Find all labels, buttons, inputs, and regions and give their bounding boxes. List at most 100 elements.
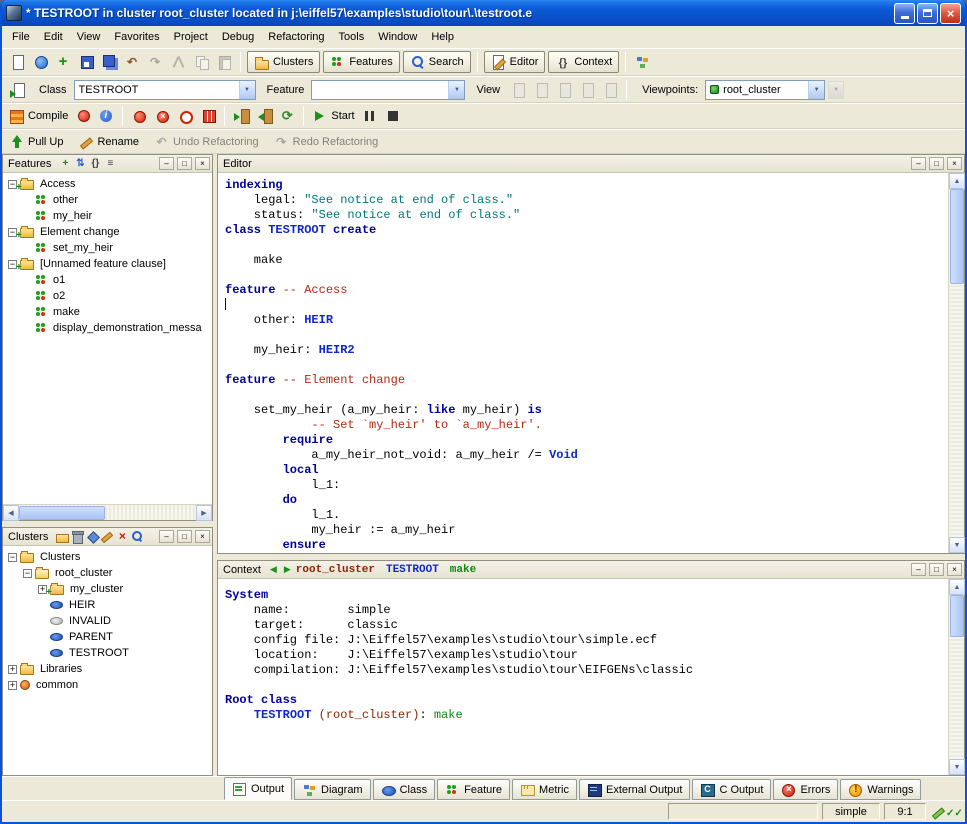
disable-breakpoints-button[interactable] [151,105,173,127]
new-feature-icon[interactable]: + [58,157,72,170]
step-out-button[interactable] [253,105,275,127]
tree-item[interactable]: + my_cluster [5,581,212,597]
breadcrumb[interactable]: TESTROOT [386,564,439,576]
scroll-down-icon[interactable]: ▼ [949,537,965,553]
menu-item[interactable]: Window [371,28,424,46]
tree-expander[interactable] [23,324,32,333]
class-combobox[interactable]: TESTROOT ▼ [74,80,256,100]
tree-expander[interactable] [38,617,47,626]
save-button[interactable] [75,51,97,73]
breadcrumb[interactable]: root_cluster [296,564,375,576]
tree-item[interactable]: + common [5,677,212,693]
paste-button[interactable] [213,51,235,73]
copy-button[interactable] [190,51,212,73]
history-forward-button[interactable]: ▶ [282,564,293,575]
history-back-button[interactable]: ◀ [268,564,279,575]
panel-maximize-button[interactable]: □ [177,157,192,170]
tree-item[interactable]: − Element change [5,224,212,240]
scroll-up-icon[interactable]: ▲ [949,579,965,595]
panel-close-button[interactable]: × [947,157,962,170]
signatures-icon[interactable]: {} [88,157,102,170]
chevron-down-icon[interactable]: ▼ [448,81,464,99]
view-interface-button[interactable] [599,79,621,101]
tab-c-output[interactable]: C Output [692,779,771,800]
new-class-button[interactable] [52,51,74,73]
step-into-button[interactable] [230,105,252,127]
class-tool-icon[interactable] [85,530,99,543]
scroll-down-icon[interactable]: ▼ [949,759,965,775]
debug-info-button[interactable] [95,105,117,127]
maximize-button[interactable] [917,3,938,24]
menu-item[interactable]: Project [167,28,215,46]
undo-button[interactable] [121,51,143,73]
tree-item[interactable]: display_demonstration_messa [5,320,212,336]
pause-button[interactable] [359,105,381,127]
pull-up-button[interactable]: Pull Up [6,131,66,153]
viewpoints-extra-dropdown[interactable]: ▼ [828,81,844,99]
tab-external-output[interactable]: External Output [579,779,690,800]
features-toggle-button[interactable]: Features [323,51,399,73]
chevron-down-icon[interactable]: ▼ [808,81,824,99]
diagram-button[interactable] [631,51,653,73]
panel-minimize-button[interactable]: – [911,157,926,170]
menu-item[interactable]: Tools [332,28,372,46]
tree-item[interactable]: set_my_heir [5,240,212,256]
tree-expander[interactable] [23,276,32,285]
edit-item-icon[interactable] [100,530,114,543]
rename-button[interactable]: Rename [75,131,142,153]
scroll-up-icon[interactable]: ▲ [949,173,965,189]
tree-item[interactable]: o2 [5,288,212,304]
titlebar[interactable]: * TESTROOT in cluster root_cluster locat… [2,0,965,26]
scrollbar-thumb[interactable] [950,595,964,637]
panel-maximize-button[interactable]: □ [929,563,944,576]
tree-item[interactable]: INVALID [5,613,212,629]
compile-button[interactable]: Compile [6,105,71,127]
breakpoints-window-button[interactable] [197,105,219,127]
restart-button[interactable] [276,105,298,127]
context-output-area[interactable]: System name: simple target: classic conf… [218,579,948,775]
remove-breakpoints-button[interactable] [174,105,196,127]
panel-minimize-button[interactable]: – [159,157,174,170]
tab-metric[interactable]: Metric [512,779,577,800]
panel-close-button[interactable]: × [947,563,962,576]
menu-item[interactable]: Edit [37,28,70,46]
open-file-button[interactable] [29,51,51,73]
editor-toggle-button[interactable]: Editor [484,51,546,73]
tab-feature[interactable]: Feature [437,779,510,800]
minimize-button[interactable] [894,3,915,24]
panel-close-button[interactable]: × [195,157,210,170]
redo-refactoring-button[interactable]: Redo Refactoring [271,131,382,153]
tree-expander[interactable] [23,292,32,301]
panel-maximize-button[interactable]: □ [177,530,192,543]
stop-button[interactable] [382,105,404,127]
delete-red-icon[interactable] [115,530,129,543]
undo-refactoring-button[interactable]: Undo Refactoring [151,131,262,153]
tree-item[interactable]: + Libraries [5,661,212,677]
panel-minimize-button[interactable]: – [911,563,926,576]
tab-warnings[interactable]: Warnings [840,779,921,800]
panel-close-button[interactable]: × [195,530,210,543]
menu-item[interactable]: Refactoring [261,28,331,46]
menu-item[interactable]: Favorites [107,28,166,46]
panel-minimize-button[interactable]: – [159,530,174,543]
tree-item[interactable]: − Clusters [5,549,212,565]
enable-breakpoints-button[interactable] [128,105,150,127]
scroll-right-icon[interactable]: ▶ [196,505,212,521]
scrollbar-thumb[interactable] [950,189,964,284]
clusters-toggle-button[interactable]: Clusters [247,51,320,73]
sync-ok-icon[interactable] [946,805,961,819]
scroll-left-icon[interactable]: ◀ [3,505,19,521]
menu-item[interactable]: Debug [215,28,261,46]
tab-output[interactable]: Output [224,777,292,800]
menu-item[interactable]: View [70,28,108,46]
tree-item[interactable]: other [5,192,212,208]
sort-features-icon[interactable]: ⇅ [73,157,87,170]
view-text-button[interactable] [507,79,529,101]
editor-vertical-scrollbar[interactable]: ▲ ▼ [948,173,964,553]
tree-item[interactable]: o1 [5,272,212,288]
tree-expander[interactable]: − [23,569,32,578]
view-clickable-button[interactable] [530,79,552,101]
search-toggle-button[interactable]: Search [403,51,471,73]
tree-expander[interactable]: + [8,681,17,690]
open-in-editor-button[interactable] [6,79,28,101]
